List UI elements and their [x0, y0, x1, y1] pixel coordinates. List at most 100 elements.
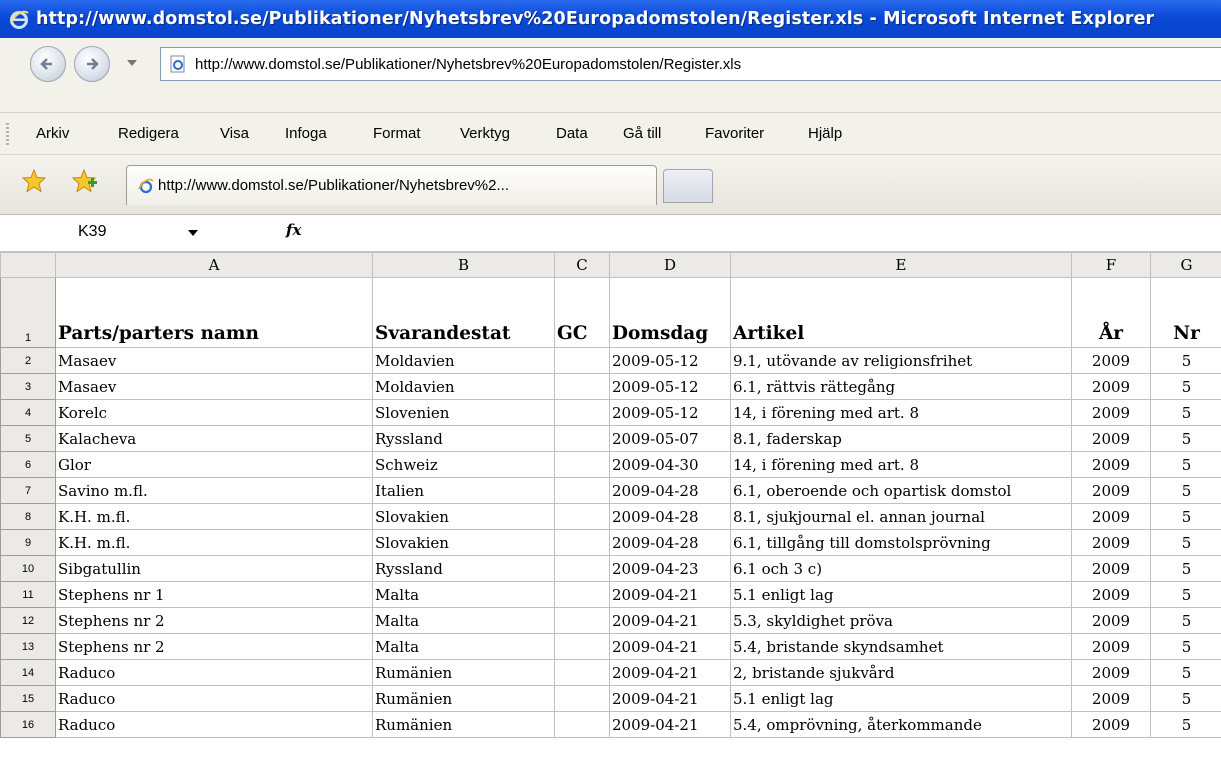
cell-gc[interactable] — [554, 659, 610, 686]
menu-ga-till[interactable]: Gå till — [623, 125, 661, 142]
cell-date[interactable]: 2009-04-21 — [609, 659, 731, 686]
header-cell-domsdag[interactable]: Domsdag — [609, 277, 731, 348]
header-cell-nr[interactable]: Nr — [1150, 277, 1221, 348]
cell-state[interactable]: Slovenien — [372, 399, 555, 426]
cell-name[interactable]: K.H. m.fl. — [55, 503, 373, 530]
column-header-a[interactable]: A — [55, 252, 373, 278]
cell-article[interactable]: 9.1, utövande av religionsfrihet — [730, 347, 1072, 374]
row-header[interactable]: 9 — [0, 529, 56, 556]
cell-year[interactable]: 2009 — [1071, 425, 1151, 452]
cell-nr[interactable]: 5 — [1150, 633, 1221, 660]
row-header[interactable]: 12 — [0, 607, 56, 634]
cell-nr[interactable]: 5 — [1150, 711, 1221, 738]
cell-name[interactable]: Raduco — [55, 659, 373, 686]
cell-article[interactable]: 6.1, oberoende och opartisk domstol — [730, 477, 1072, 504]
cell-nr[interactable]: 5 — [1150, 685, 1221, 712]
cell-article[interactable]: 6.1, tillgång till domstolsprövning — [730, 529, 1072, 556]
cell-name[interactable]: Stephens nr 2 — [55, 633, 373, 660]
column-header-g[interactable]: G — [1150, 252, 1221, 278]
cell-state[interactable]: Ryssland — [372, 425, 555, 452]
cell-date[interactable]: 2009-04-21 — [609, 633, 731, 660]
cell-name[interactable]: Masaev — [55, 373, 373, 400]
cell-article[interactable]: 5.1 enligt lag — [730, 581, 1072, 608]
cell-nr[interactable]: 5 — [1150, 399, 1221, 426]
column-header-d[interactable]: D — [609, 252, 731, 278]
cell-nr[interactable]: 5 — [1150, 373, 1221, 400]
cell-nr[interactable]: 5 — [1150, 555, 1221, 582]
cell-gc[interactable] — [554, 633, 610, 660]
cell-date[interactable]: 2009-05-07 — [609, 425, 731, 452]
cell-gc[interactable] — [554, 373, 610, 400]
header-cell-gc[interactable]: GC — [554, 277, 610, 348]
menu-arkiv[interactable]: Arkiv — [36, 125, 69, 142]
row-header[interactable]: 4 — [0, 399, 56, 426]
row-header[interactable]: 2 — [0, 347, 56, 374]
toolbar-grip[interactable] — [6, 123, 9, 145]
cell-name[interactable]: Korelc — [55, 399, 373, 426]
cell-gc[interactable] — [554, 607, 610, 634]
cell-year[interactable]: 2009 — [1071, 581, 1151, 608]
cell-nr[interactable]: 5 — [1150, 347, 1221, 374]
cell-article[interactable]: 5.1 enligt lag — [730, 685, 1072, 712]
cell-gc[interactable] — [554, 477, 610, 504]
cell-gc[interactable] — [554, 425, 610, 452]
row-header[interactable]: 11 — [0, 581, 56, 608]
cell-nr[interactable]: 5 — [1150, 529, 1221, 556]
row-header[interactable]: 10 — [0, 555, 56, 582]
cell-name[interactable]: Kalacheva — [55, 425, 373, 452]
menu-infoga[interactable]: Infoga — [285, 125, 327, 142]
cell-state[interactable]: Malta — [372, 633, 555, 660]
cell-state[interactable]: Rumänien — [372, 659, 555, 686]
address-url[interactable]: http://www.domstol.se/Publikationer/Nyhe… — [195, 56, 741, 73]
cell-date[interactable]: 2009-04-21 — [609, 581, 731, 608]
header-cell-ar[interactable]: År — [1071, 277, 1151, 348]
cell-name[interactable]: Savino m.fl. — [55, 477, 373, 504]
cell-nr[interactable]: 5 — [1150, 477, 1221, 504]
cell-gc[interactable] — [554, 529, 610, 556]
cell-state[interactable]: Ryssland — [372, 555, 555, 582]
cell-name[interactable]: Raduco — [55, 685, 373, 712]
cell-article[interactable]: 5.4, omprövning, återkommande — [730, 711, 1072, 738]
cell-gc[interactable] — [554, 555, 610, 582]
row-header[interactable]: 5 — [0, 425, 56, 452]
cell-name[interactable]: Masaev — [55, 347, 373, 374]
cell-state[interactable]: Rumänien — [372, 685, 555, 712]
cell-name[interactable]: Stephens nr 1 — [55, 581, 373, 608]
cell-gc[interactable] — [554, 399, 610, 426]
cell-nr[interactable]: 5 — [1150, 451, 1221, 478]
cell-state[interactable]: Moldavien — [372, 347, 555, 374]
cell-article[interactable]: 8.1, faderskap — [730, 425, 1072, 452]
menu-data[interactable]: Data — [556, 125, 588, 142]
row-header[interactable]: 14 — [0, 659, 56, 686]
cell-article[interactable]: 2, bristande sjukvård — [730, 659, 1072, 686]
cell-year[interactable]: 2009 — [1071, 529, 1151, 556]
cell-name[interactable]: Glor — [55, 451, 373, 478]
cell-date[interactable]: 2009-04-30 — [609, 451, 731, 478]
cell-article[interactable]: 14, i förening med art. 8 — [730, 451, 1072, 478]
header-cell-parts[interactable]: Parts/parters namn — [55, 277, 373, 348]
cell-name[interactable]: Raduco — [55, 711, 373, 738]
header-cell-artikel[interactable]: Artikel — [730, 277, 1072, 348]
cell-date[interactable]: 2009-04-21 — [609, 607, 731, 634]
cell-nr[interactable]: 5 — [1150, 659, 1221, 686]
cell-gc[interactable] — [554, 711, 610, 738]
cell-year[interactable]: 2009 — [1071, 659, 1151, 686]
select-all-corner[interactable] — [0, 252, 56, 278]
menu-visa[interactable]: Visa — [220, 125, 249, 142]
cell-state[interactable]: Italien — [372, 477, 555, 504]
favorites-star-icon[interactable] — [22, 169, 46, 193]
fx-icon[interactable]: fx — [286, 221, 301, 239]
header-cell-svarandestat[interactable]: Svarandestat — [372, 277, 555, 348]
row-header[interactable]: 16 — [0, 711, 56, 738]
cell-nr[interactable]: 5 — [1150, 425, 1221, 452]
cell-date[interactable]: 2009-04-28 — [609, 503, 731, 530]
cell-state[interactable]: Schweiz — [372, 451, 555, 478]
cell-year[interactable]: 2009 — [1071, 555, 1151, 582]
cell-gc[interactable] — [554, 503, 610, 530]
cell-state[interactable]: Slovakien — [372, 529, 555, 556]
history-dropdown-icon[interactable] — [127, 60, 137, 66]
new-tab-button[interactable] — [663, 169, 713, 203]
cell-date[interactable]: 2009-05-12 — [609, 347, 731, 374]
cell-gc[interactable] — [554, 451, 610, 478]
row-header[interactable]: 6 — [0, 451, 56, 478]
